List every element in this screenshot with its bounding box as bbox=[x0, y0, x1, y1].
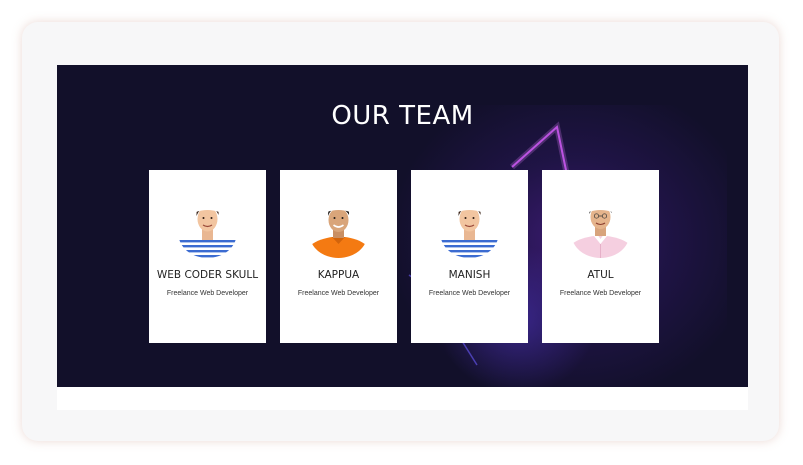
member-role: Freelance Web Developer bbox=[297, 290, 380, 297]
member-role: Freelance Web Developer bbox=[428, 290, 511, 297]
member-name: KAPPUA bbox=[317, 269, 360, 281]
member-name: ATUL bbox=[587, 269, 614, 281]
section-footer-strip bbox=[57, 387, 748, 410]
man-pink-shirt-avatar-icon bbox=[572, 210, 629, 258]
man-orange-shirt-avatar-icon bbox=[310, 210, 367, 258]
team-card[interactable]: WEB CODER SKULL Freelance Web Developer bbox=[149, 170, 266, 343]
team-card[interactable]: KAPPUA Freelance Web Developer bbox=[280, 170, 397, 343]
member-role: Freelance Web Developer bbox=[166, 290, 249, 297]
man-striped-shirt-avatar-icon bbox=[441, 210, 498, 258]
team-card[interactable]: MANISH Freelance Web Developer bbox=[411, 170, 528, 343]
member-role: Freelance Web Developer bbox=[559, 290, 642, 297]
man-striped-shirt-avatar-icon bbox=[179, 210, 236, 258]
member-name: WEB CODER SKULL bbox=[156, 269, 259, 281]
team-card[interactable]: ATUL Freelance Web Developer bbox=[542, 170, 659, 343]
section-title: OUR TEAM bbox=[331, 101, 474, 131]
member-name: MANISH bbox=[448, 269, 491, 281]
team-section: OUR TEAM WEB CODER SKULL Freelance Web D… bbox=[57, 65, 748, 387]
